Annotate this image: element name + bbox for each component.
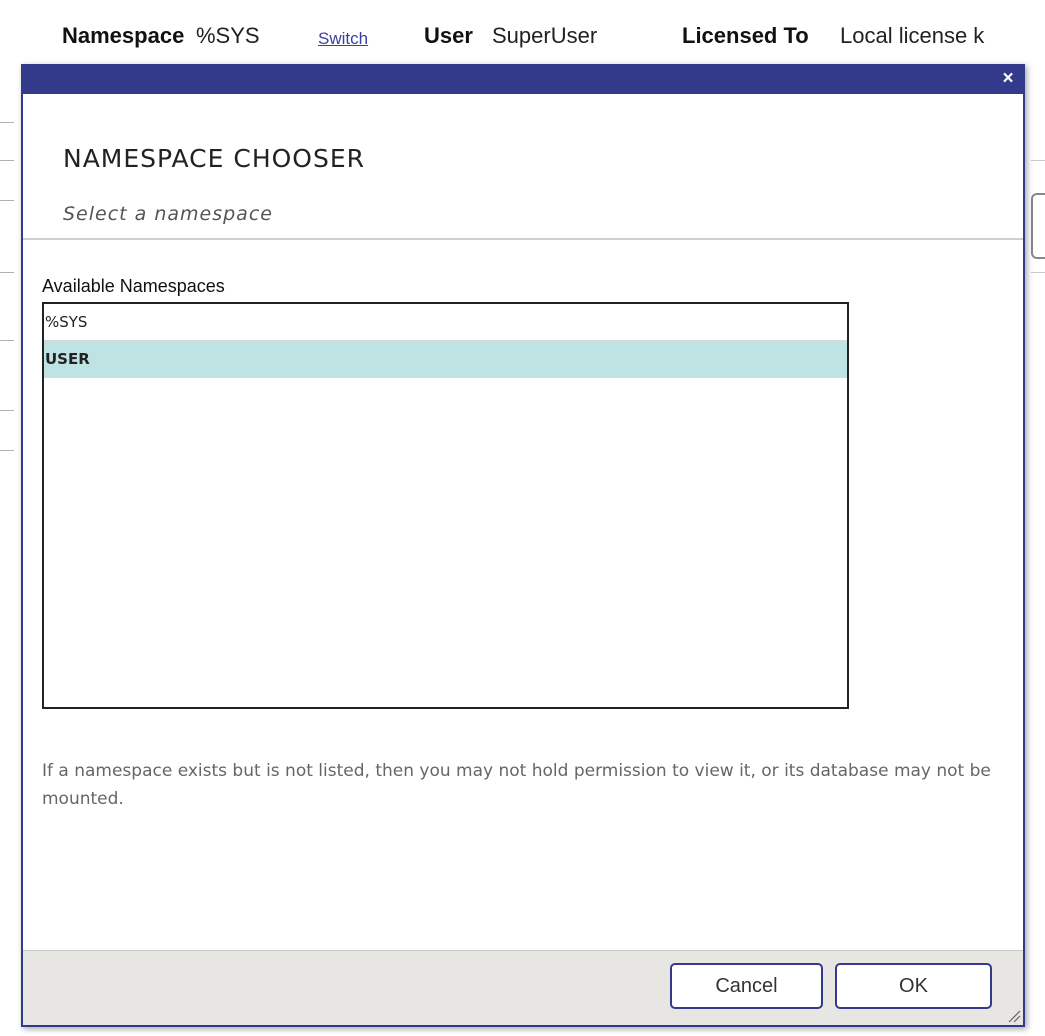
namespace-item-user[interactable]: USER (44, 341, 847, 378)
background-divider (0, 340, 14, 341)
background-divider (1031, 272, 1045, 273)
help-text: If a namespace exists but is not listed,… (42, 761, 991, 809)
top-status-bar: Namespace %SYS Switch User SuperUser Lic… (0, 0, 1045, 62)
background-control-fragment (1031, 193, 1045, 259)
namespace-item-sys[interactable]: %SYS (44, 304, 847, 341)
background-divider (0, 200, 14, 201)
background-divider (1031, 160, 1045, 161)
namespace-value: %SYS (196, 23, 260, 48)
dialog-footer: Cancel OK (23, 950, 1023, 1025)
namespace-listbox[interactable]: %SYS USER (42, 302, 849, 709)
background-divider (0, 450, 14, 451)
namespace-chooser-dialog: × NAMESPACE CHOOSER Select a namespace A… (21, 64, 1025, 1027)
dialog-subtitle: Select a namespace (63, 203, 273, 225)
cancel-button[interactable]: Cancel (670, 963, 823, 1009)
background-divider (0, 122, 14, 123)
resize-grip-icon[interactable] (1007, 1009, 1021, 1023)
background-divider (0, 160, 14, 161)
dialog-titlebar[interactable]: × (23, 66, 1023, 94)
switch-namespace-link[interactable]: Switch (318, 26, 368, 52)
background-divider (0, 272, 14, 273)
user-label: User (424, 23, 473, 48)
available-namespaces-label: Available Namespaces (42, 276, 225, 296)
background-divider (0, 410, 14, 411)
header-divider (23, 238, 1023, 240)
close-icon[interactable]: × (997, 68, 1019, 90)
user-value: SuperUser (492, 23, 598, 48)
namespace-label: Namespace (62, 23, 185, 48)
licensed-to-label: Licensed To (682, 23, 809, 48)
ok-button[interactable]: OK (835, 963, 992, 1009)
dialog-title: NAMESPACE CHOOSER (63, 144, 366, 173)
licensed-to-value: Local license k (840, 23, 985, 48)
